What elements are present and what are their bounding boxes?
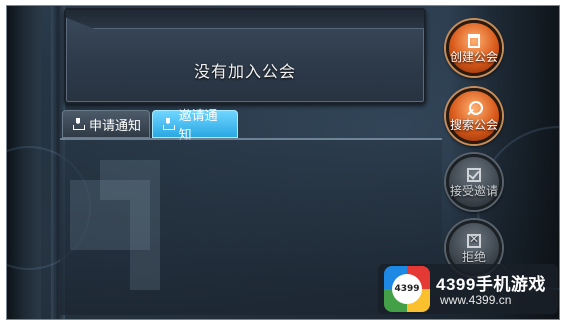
accept-invite-label: 接受邀请 bbox=[449, 184, 498, 198]
tab-invite-notifications[interactable]: 邀请通知 bbox=[152, 109, 238, 143]
search-guild-button[interactable]: 搜索公会 bbox=[446, 88, 502, 144]
create-guild-label: 创建公会 bbox=[449, 50, 498, 64]
guild-status-banner: 没有加入公会 bbox=[64, 8, 426, 104]
ruin-background-shape bbox=[100, 160, 160, 200]
watermark-title: 4399手机游戏 bbox=[436, 275, 546, 294]
tower-icon bbox=[465, 32, 483, 50]
tab-apply-notifications[interactable]: 申请通知 bbox=[62, 110, 150, 138]
search-icon bbox=[465, 100, 483, 118]
checkbox-icon bbox=[465, 166, 483, 184]
reject-label: 拒绝 bbox=[461, 250, 486, 264]
tab-label: 申请通知 bbox=[89, 118, 142, 134]
inbox-download-icon bbox=[161, 117, 175, 131]
accept-invite-button[interactable]: 接受邀请 bbox=[446, 154, 502, 210]
inbox-download-icon bbox=[71, 117, 85, 131]
watermark-logo-text: 4399 bbox=[392, 274, 422, 304]
watermark-url: www.4399.cn bbox=[440, 293, 512, 307]
create-guild-button[interactable]: 创建公会 bbox=[446, 20, 502, 76]
banner-header-strip bbox=[66, 10, 424, 29]
guild-status-text: 没有加入公会 bbox=[193, 62, 296, 81]
ruin-background-shape bbox=[130, 200, 160, 290]
search-guild-label: 搜索公会 bbox=[449, 118, 498, 132]
close-box-icon bbox=[465, 232, 483, 250]
